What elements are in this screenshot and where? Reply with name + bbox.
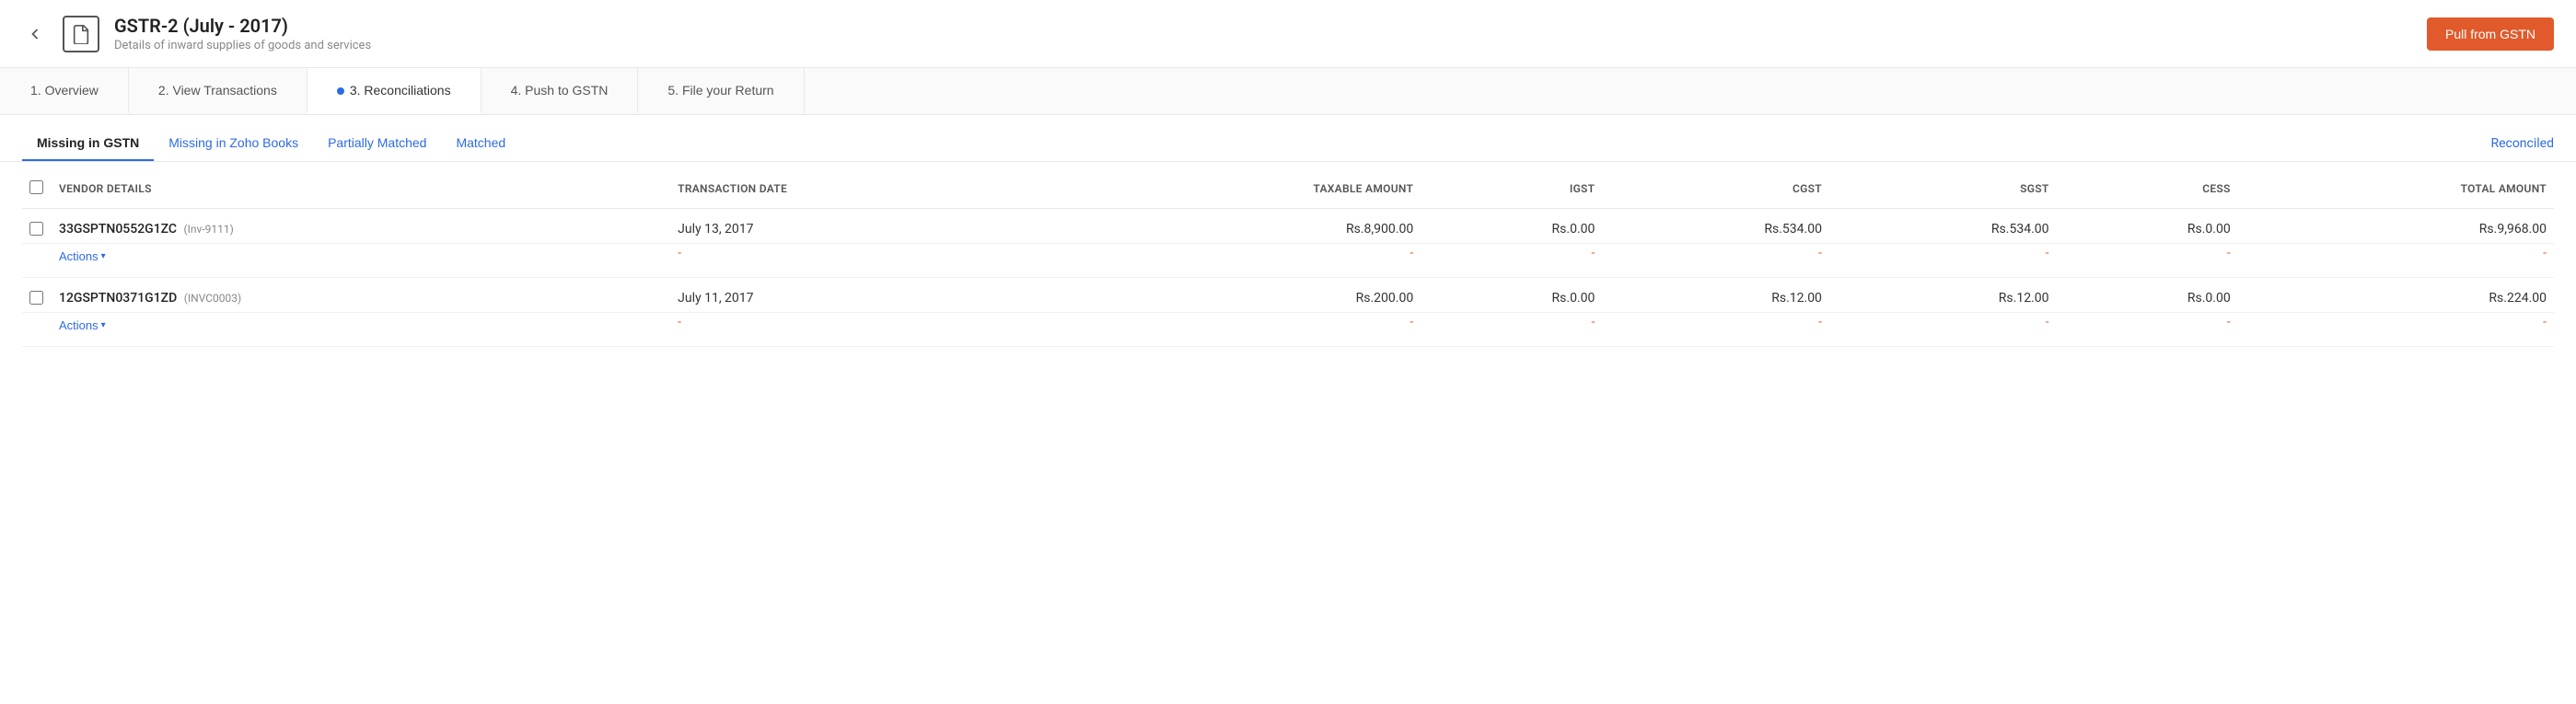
row1-date: July 13, 2017 — [670, 209, 1060, 244]
row2-vendor: 12GSPTN0371G1ZD (INVC0003) — [52, 278, 670, 313]
sub-tabs-bar: Missing in GSTN Missing in Zoho Books Pa… — [0, 115, 2576, 162]
actions-caret-icon: ▾ — [101, 251, 106, 261]
tab-overview[interactable]: 1. Overview — [0, 68, 129, 114]
table-row: 33GSPTN0552G1ZC (Inv-9111) July 13, 2017… — [22, 209, 2554, 244]
tab-view-transactions[interactable]: 2. View Transactions — [129, 68, 307, 114]
sub-tab-missing-gstn[interactable]: Missing in GSTN — [22, 126, 154, 161]
row1-checkbox[interactable] — [29, 222, 43, 236]
col-cgst: CGST — [1602, 169, 1829, 209]
col-date: Transaction Date — [670, 169, 1060, 209]
col-taxable: Taxable Amount — [1061, 169, 1421, 209]
col-checkbox — [22, 169, 52, 209]
gstr-icon — [63, 16, 99, 52]
row2-cess: Rs.0.00 — [2057, 278, 2238, 313]
pull-from-gstn-button[interactable]: Pull from GSTN — [2427, 17, 2554, 51]
tab-push-to-gstn[interactable]: 4. Push to GSTN — [482, 68, 639, 114]
row1-cgst: Rs.534.00 — [1602, 209, 1829, 244]
row1-vendor: 33GSPTN0552G1ZC (Inv-9111) — [52, 209, 670, 244]
select-all-checkbox[interactable] — [29, 180, 43, 194]
row2-sgst: Rs.12.00 — [1829, 278, 2057, 313]
col-igst: IGST — [1421, 169, 1602, 209]
header-left: GSTR-2 (July - 2017) Details of inward s… — [22, 15, 371, 52]
sub-tab-partially-matched[interactable]: Partially Matched — [313, 126, 441, 161]
tab-file-return[interactable]: 5. File your Return — [638, 68, 804, 114]
col-cess: CESS — [2057, 169, 2238, 209]
sub-tabs-left: Missing in GSTN Missing in Zoho Books Pa… — [22, 126, 520, 161]
actions-caret-icon: ▾ — [101, 320, 106, 330]
col-sgst: SGST — [1829, 169, 2057, 209]
row1-igst: Rs.0.00 — [1421, 209, 1602, 244]
row2-cgst: Rs.12.00 — [1602, 278, 1829, 313]
row1-total: Rs.9,968.00 — [2238, 209, 2554, 244]
reconciled-link[interactable]: Reconciled — [2490, 127, 2554, 160]
row1-checkbox-cell — [22, 209, 52, 244]
transactions-table-container: Vendor Details Transaction Date Taxable … — [0, 169, 2576, 347]
row1-sgst: Rs.534.00 — [1829, 209, 2057, 244]
col-total: Total Amount — [2238, 169, 2554, 209]
transactions-table: Vendor Details Transaction Date Taxable … — [22, 169, 2554, 347]
back-button[interactable] — [22, 21, 48, 47]
row1-cess: Rs.0.00 — [2057, 209, 2238, 244]
row1-actions-cell: Actions ▾ — [52, 244, 670, 278]
page-subtitle: Details of inward supplies of goods and … — [114, 39, 371, 52]
table-row: 12GSPTN0371G1ZD (INVC0003) July 11, 2017… — [22, 278, 2554, 313]
page-title: GSTR-2 (July - 2017) — [114, 15, 371, 37]
table-header-row: Vendor Details Transaction Date Taxable … — [22, 169, 2554, 209]
main-tabs: 1. Overview 2. View Transactions 3. Reco… — [0, 68, 2576, 115]
sub-tab-missing-zoho[interactable]: Missing in Zoho Books — [154, 126, 313, 161]
page-header: GSTR-2 (July - 2017) Details of inward s… — [0, 0, 2576, 68]
sub-tab-matched[interactable]: Matched — [441, 126, 520, 161]
col-vendor: Vendor Details — [52, 169, 670, 209]
row1-actions-button[interactable]: Actions ▾ — [59, 249, 106, 263]
row2-date: July 11, 2017 — [670, 278, 1060, 313]
table-row-actions: Actions ▾ - - - - - - - — [22, 244, 2554, 278]
table-row-actions: Actions ▾ - - - - - - - — [22, 313, 2554, 347]
row2-igst: Rs.0.00 — [1421, 278, 1602, 313]
row2-taxable: Rs.200.00 — [1061, 278, 1421, 313]
row2-checkbox[interactable] — [29, 291, 43, 305]
row2-actions-cell: Actions ▾ — [52, 313, 670, 347]
active-dot — [337, 87, 344, 95]
row2-checkbox-cell — [22, 278, 52, 313]
row2-actions-button[interactable]: Actions ▾ — [59, 318, 106, 332]
row1-taxable: Rs.8,900.00 — [1061, 209, 1421, 244]
header-title-block: GSTR-2 (July - 2017) Details of inward s… — [114, 15, 371, 52]
row2-total: Rs.224.00 — [2238, 278, 2554, 313]
tab-reconciliations[interactable]: 3. Reconciliations — [307, 68, 482, 114]
